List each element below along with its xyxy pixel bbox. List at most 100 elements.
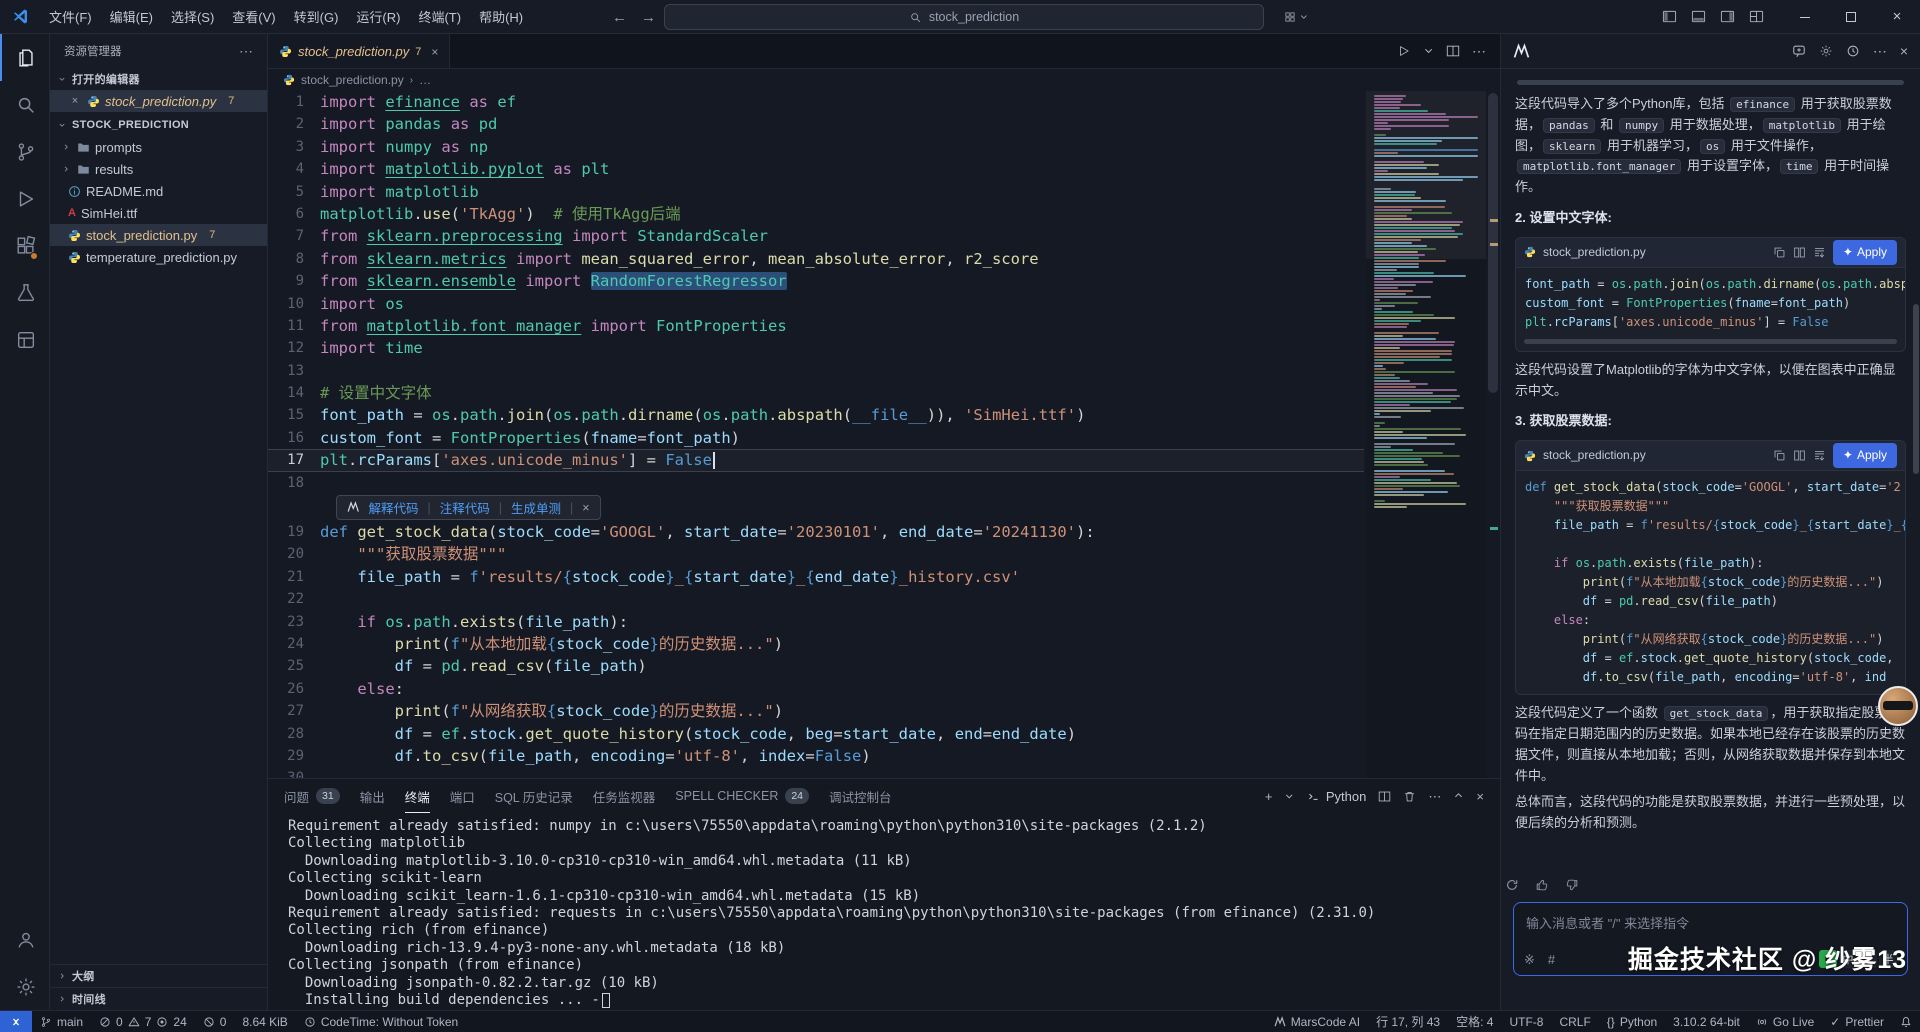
toggle-panel-icon[interactable] <box>1691 9 1706 24</box>
tree-item-simhei-ttf[interactable]: ASimHei.ttf <box>50 202 267 224</box>
thumbs-up-icon[interactable] <box>1535 878 1549 892</box>
toggle-secondary-sidebar-icon[interactable] <box>1720 9 1735 24</box>
section-0[interactable]: 大纲 <box>50 964 267 987</box>
status-git-branch[interactable]: main <box>32 1011 91 1032</box>
inline-chat-widget[interactable]: 解释代码|注释代码|生成单测|× <box>336 495 601 520</box>
status-encoding[interactable]: UTF-8 <box>1501 1011 1551 1032</box>
diff-icon[interactable] <box>1793 449 1806 462</box>
menu-item-2[interactable]: 选择(S) <box>162 0 223 33</box>
more-icon[interactable]: ⋯ <box>1428 790 1441 803</box>
command-center-extra[interactable] <box>1284 0 1309 34</box>
copy-icon[interactable] <box>1773 449 1786 462</box>
panel-tab-3[interactable]: 端口 <box>450 779 475 813</box>
status-blocked[interactable]: 0 <box>195 1011 235 1032</box>
terminal-output[interactable]: Requirement already satisfied: numpy in … <box>268 813 1500 1010</box>
tree-item-readme-md[interactable]: README.md <box>50 180 267 202</box>
thumbs-down-icon[interactable] <box>1565 878 1579 892</box>
minimize-icon[interactable] <box>1782 0 1828 33</box>
hash-icon[interactable]: # <box>1548 953 1555 966</box>
ai-panel-scrollbar[interactable] <box>1913 304 1919 474</box>
workspace-root[interactable]: STOCK_PREDICTION <box>50 114 267 136</box>
section-1[interactable]: 时间线 <box>50 987 267 1010</box>
activity-explorer[interactable] <box>0 34 49 81</box>
inline-chat-action-2[interactable]: 生成单测 <box>511 498 561 517</box>
status-codetime[interactable]: CodeTime: Without Token <box>296 1011 466 1032</box>
activity-search[interactable] <box>0 81 49 128</box>
minimap[interactable] <box>1366 91 1486 778</box>
status-notifications[interactable] <box>1892 1011 1920 1032</box>
menu-item-6[interactable]: 终端(T) <box>409 0 470 33</box>
customize-layout-icon[interactable] <box>1749 9 1764 24</box>
chevron-up-icon[interactable] <box>1453 790 1464 801</box>
command-center-search[interactable]: stock_prediction <box>664 4 1264 30</box>
more-icon[interactable]: ⋯ <box>1873 44 1887 58</box>
panel-tab-7[interactable]: 调试控制台 <box>829 779 892 813</box>
horizontal-scrollbar[interactable] <box>1524 339 1897 344</box>
chevron-down-icon[interactable] <box>1423 45 1434 56</box>
status-eol[interactable]: CRLF <box>1551 1011 1598 1032</box>
ime-chip-3[interactable]: 半 <box>1879 950 1897 968</box>
tree-item-prompts[interactable]: prompts <box>50 136 267 158</box>
tab-stock-prediction[interactable]: stock_prediction.py 7 × <box>268 34 450 68</box>
history-icon[interactable] <box>1846 44 1860 58</box>
tree-item-stock-prediction-py[interactable]: stock_prediction.py7 <box>50 224 267 246</box>
panel-tab-4[interactable]: SQL 历史记录 <box>495 779 573 813</box>
activity-run-debug[interactable] <box>0 175 49 222</box>
apply-button[interactable]: ✦Apply <box>1833 443 1897 468</box>
ime-chip-0[interactable] <box>1819 950 1837 968</box>
menu-item-4[interactable]: 转到(G) <box>285 0 348 33</box>
status-remote[interactable] <box>0 1011 32 1032</box>
close-icon[interactable]: × <box>1476 790 1484 803</box>
terminal-tab-python[interactable]: Python <box>1307 789 1366 804</box>
activity-extensions[interactable] <box>0 222 49 269</box>
status-cursor-position[interactable]: 行 17, 列 43 <box>1368 1011 1448 1032</box>
menu-item-1[interactable]: 编辑(E) <box>101 0 162 33</box>
ime-chip-1[interactable]: 中 <box>1839 950 1857 968</box>
close-icon[interactable]: × <box>582 501 589 515</box>
panel-tab-0[interactable]: 问题31 <box>284 779 340 813</box>
panel-tab-1[interactable]: 输出 <box>360 779 385 813</box>
chevron-down-icon[interactable] <box>1284 791 1294 801</box>
apply-button[interactable]: ✦Apply <box>1833 240 1897 265</box>
more-icon[interactable]: ⋯ <box>1472 44 1486 58</box>
close-icon[interactable]: × <box>1900 44 1908 58</box>
ime-chip-2[interactable]: ， <box>1859 950 1877 968</box>
tree-item-temperature-prediction-py[interactable]: temperature_prediction.py <box>50 246 267 268</box>
status-marscode[interactable]: MarsCode AI <box>1266 1011 1368 1032</box>
copy-icon[interactable] <box>1773 246 1786 259</box>
gear-icon[interactable] <box>1819 44 1833 58</box>
new-chat-icon[interactable] <box>1792 44 1806 58</box>
activity-settings[interactable] <box>0 963 49 1010</box>
insert-icon[interactable] <box>1813 246 1826 259</box>
status-python-version[interactable]: 3.10.2 64-bit <box>1665 1011 1748 1032</box>
inline-chat-action-0[interactable]: 解释代码 <box>369 498 419 517</box>
menu-item-7[interactable]: 帮助(H) <box>470 0 532 33</box>
close-icon[interactable]: × <box>68 95 82 107</box>
code-editor[interactable]: 1import efinance as ef2import pandas as … <box>268 91 1500 778</box>
activity-source-control[interactable] <box>0 128 49 175</box>
open-editor-item[interactable]: ×stock_prediction.py7 <box>50 90 267 112</box>
status-language[interactable]: {}Python <box>1599 1011 1665 1032</box>
editor-scrollbar[interactable] <box>1486 91 1500 778</box>
toggle-sidebar-icon[interactable] <box>1662 9 1677 24</box>
split-icon[interactable] <box>1378 790 1391 803</box>
open-editors-section[interactable]: 打开的编辑器 <box>50 68 267 90</box>
close-icon[interactable]: × <box>1874 0 1920 33</box>
split-icon[interactable] <box>1446 44 1460 58</box>
menu-item-3[interactable]: 查看(V) <box>223 0 284 33</box>
panel-tab-2[interactable]: 终端 <box>405 779 430 813</box>
reference-icon[interactable]: ※ <box>1524 953 1535 966</box>
menu-item-0[interactable]: 文件(F) <box>40 0 101 33</box>
diff-icon[interactable] <box>1793 246 1806 259</box>
more-icon[interactable]: ⋯ <box>239 43 253 60</box>
menu-item-5[interactable]: 运行(R) <box>347 0 409 33</box>
activity-testing[interactable] <box>0 269 49 316</box>
status-indentation[interactable]: 空格: 4 <box>1448 1011 1501 1032</box>
arrow-left-icon[interactable]: ← <box>612 10 627 25</box>
activity-account[interactable] <box>0 916 49 963</box>
plus-icon[interactable]: + <box>1265 790 1273 803</box>
maximize-icon[interactable] <box>1828 0 1874 33</box>
status-go-live[interactable]: Go Live <box>1748 1011 1822 1032</box>
trash-icon[interactable] <box>1403 790 1416 803</box>
activity-remote-explorer[interactable] <box>0 316 49 363</box>
